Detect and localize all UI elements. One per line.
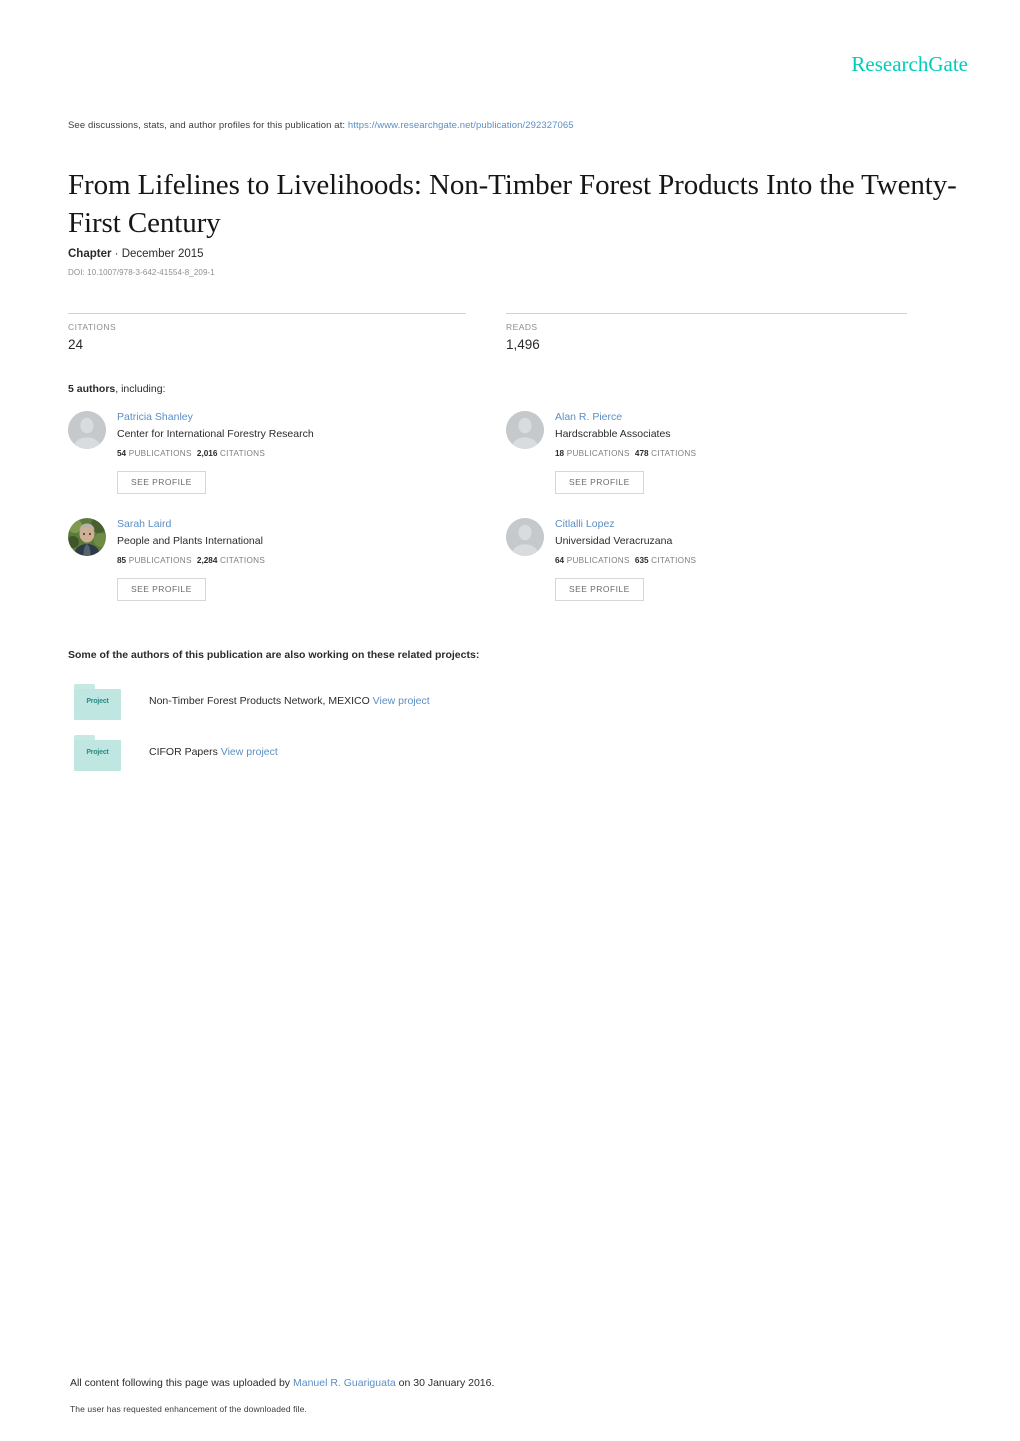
publications-label: PUBLICATIONS xyxy=(128,448,192,458)
project-title: Non-Timber Forest Products Network, MEXI… xyxy=(149,695,370,707)
author-publications-count: 18 xyxy=(555,448,565,458)
enhancement-note: The user has requested enhancement of th… xyxy=(70,1404,307,1414)
project-folder-icon: Project xyxy=(74,735,121,771)
author-citations-count: 2,284 xyxy=(196,555,218,565)
folder-label: Project xyxy=(86,749,109,756)
stat-reads-value: 1,496 xyxy=(506,337,540,352)
stat-reads: READS 1,496 xyxy=(506,322,540,352)
uploader-name-link[interactable]: Manuel R. Guariguata xyxy=(293,1377,396,1389)
author-card: Patricia Shanley Center for Internationa… xyxy=(68,411,498,511)
author-metrics: 54 PUBLICATIONS 2,016 CITATIONS xyxy=(117,445,497,463)
see-profile-button[interactable]: SEE PROFILE xyxy=(555,471,644,494)
authors-count-label: 5 authors xyxy=(68,383,116,395)
publication-date: December 2015 xyxy=(121,248,204,260)
photo-avatar xyxy=(68,518,106,556)
stat-citations-label: CITATIONS xyxy=(68,322,117,332)
author-publications-count: 54 xyxy=(117,448,127,458)
citations-label: CITATIONS xyxy=(219,555,266,565)
stat-citations: CITATIONS 24 xyxy=(68,322,116,352)
author-metrics: 64 PUBLICATIONS 635 CITATIONS xyxy=(555,552,935,570)
project-title: CIFOR Papers xyxy=(149,746,218,758)
publications-label: PUBLICATIONS xyxy=(128,555,192,565)
project-folder-icon: Project xyxy=(74,684,121,720)
citations-label: CITATIONS xyxy=(219,448,266,458)
author-name-link[interactable]: Patricia Shanley xyxy=(117,409,497,425)
author-name-link[interactable]: Sarah Laird xyxy=(117,516,497,532)
stat-reads-label: READS xyxy=(506,322,538,332)
view-project-link[interactable]: View project xyxy=(221,746,278,758)
publication-type-date: Chapter · December 2015 xyxy=(68,248,204,260)
project-info: CIFOR Papers View project xyxy=(149,746,278,758)
researchgate-cover-page: ResearchGate See discussions, stats, and… xyxy=(0,0,1020,1441)
author-name-link[interactable]: Citlalli Lopez xyxy=(555,516,935,532)
author-affiliation: Center for International Forestry Resear… xyxy=(117,428,314,441)
publication-type-label: Chapter xyxy=(68,248,112,260)
researchgate-logo[interactable]: ResearchGate xyxy=(851,52,968,77)
stats-divider-left xyxy=(68,313,466,314)
author-citations-count: 635 xyxy=(634,555,649,565)
upload-prefix-text: All content following this page was uplo… xyxy=(70,1377,291,1389)
publication-url-link[interactable]: https://www.researchgate.net/publication… xyxy=(348,120,574,131)
author-card: Sarah Laird People and Plants Internatio… xyxy=(68,518,498,618)
authors-count-suffix: , including: xyxy=(115,383,166,395)
upload-suffix-text: on 30 January 2016. xyxy=(398,1377,495,1389)
publications-label: PUBLICATIONS xyxy=(566,448,630,458)
publications-label: PUBLICATIONS xyxy=(566,555,630,565)
related-projects-heading: Some of the authors of this publication … xyxy=(68,649,480,661)
default-avatar-icon xyxy=(506,411,544,449)
author-affiliation: Universidad Veracruzana xyxy=(555,535,673,548)
authors-count-heading: 5 authors, including: xyxy=(68,383,165,395)
default-avatar-icon xyxy=(68,411,106,449)
author-citations-count: 2,016 xyxy=(196,448,218,458)
author-info: Citlalli Lopez Universidad Veracruzana 6… xyxy=(555,516,935,601)
citations-label: CITATIONS xyxy=(651,448,697,458)
author-metrics: 18 PUBLICATIONS 478 CITATIONS xyxy=(555,445,935,463)
author-info: Patricia Shanley Center for Internationa… xyxy=(117,409,497,494)
project-info: Non-Timber Forest Products Network, MEXI… xyxy=(149,695,430,707)
author-info: Alan R. Pierce Hardscrabble Associates 1… xyxy=(555,409,935,494)
stat-citations-value: 24 xyxy=(68,337,84,352)
folder-label: Project xyxy=(86,698,109,705)
author-publications-count: 85 xyxy=(117,555,127,565)
author-citations-count: 478 xyxy=(634,448,649,458)
author-affiliation: Hardscrabble Associates xyxy=(555,428,671,441)
view-project-link[interactable]: View project xyxy=(373,695,430,707)
upload-attribution: All content following this page was uplo… xyxy=(70,1377,494,1389)
author-card: Citlalli Lopez Universidad Veracruzana 6… xyxy=(506,518,936,618)
author-info: Sarah Laird People and Plants Internatio… xyxy=(117,516,497,601)
author-metrics: 85 PUBLICATIONS 2,284 CITATIONS xyxy=(117,552,497,570)
page-title: From Lifelines to Livelihoods: Non-Timbe… xyxy=(68,169,957,240)
see-profile-button[interactable]: SEE PROFILE xyxy=(117,471,206,494)
citations-label: CITATIONS xyxy=(651,555,697,565)
author-publications-count: 64 xyxy=(555,555,565,565)
author-card: Alan R. Pierce Hardscrabble Associates 1… xyxy=(506,411,936,511)
see-profile-button[interactable]: SEE PROFILE xyxy=(117,578,206,601)
publication-separator: · xyxy=(114,248,119,260)
see-profile-button[interactable]: SEE PROFILE xyxy=(555,578,644,601)
default-avatar-icon xyxy=(506,518,544,556)
author-name-link[interactable]: Alan R. Pierce xyxy=(555,409,935,425)
discussion-prefix-text: See discussions, stats, and author profi… xyxy=(68,120,346,131)
publication-doi: DOI: 10.1007/978-3-642-41554-8_209-1 xyxy=(68,268,215,277)
stats-divider-right xyxy=(506,313,907,314)
author-affiliation: People and Plants International xyxy=(117,535,263,548)
publication-link-line: See discussions, stats, and author profi… xyxy=(68,120,574,131)
